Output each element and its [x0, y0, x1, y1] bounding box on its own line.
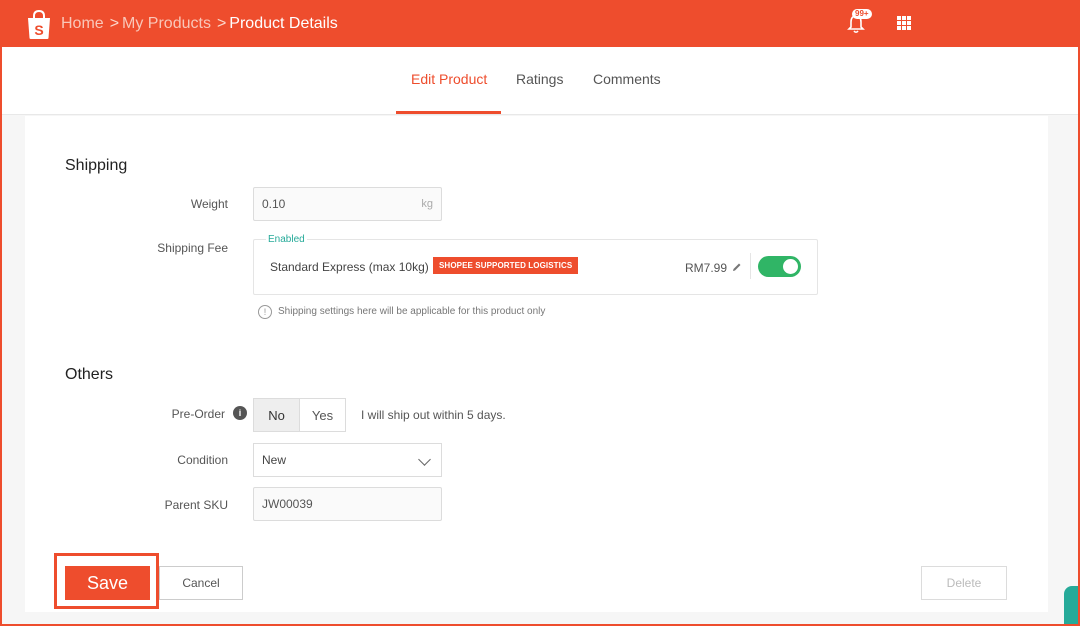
tab-ratings[interactable]: Ratings — [516, 71, 563, 87]
active-tab-indicator — [396, 111, 501, 114]
shipping-method-name: Standard Express (max 10kg) — [270, 260, 429, 274]
weight-value: 0.10 — [262, 197, 286, 211]
preorder-yes-option[interactable]: Yes — [300, 399, 345, 431]
condition-select[interactable]: New — [253, 443, 442, 477]
weight-input[interactable]: 0.10 kg — [253, 187, 442, 221]
notification-badge: 99+ — [852, 9, 872, 19]
others-section-title: Others — [65, 366, 114, 383]
chevron-down-icon — [418, 453, 431, 466]
preorder-note: I will ship out within 5 days. — [361, 408, 506, 422]
parent-sku-value: JW00039 — [262, 497, 313, 511]
shipping-note: Shipping settings here will be applicabl… — [278, 306, 546, 317]
apps-grid-icon[interactable] — [897, 16, 911, 30]
svg-text:S: S — [34, 22, 43, 38]
tab-edit-product[interactable]: Edit Product — [411, 71, 487, 87]
shipping-fee-label: Shipping Fee — [157, 241, 228, 255]
delete-button[interactable]: Delete — [921, 566, 1007, 600]
tab-comments[interactable]: Comments — [593, 71, 661, 87]
top-bar: S Home > My Products > Product Details 9… — [0, 0, 1080, 47]
breadcrumb-home[interactable]: Home — [61, 15, 104, 33]
divider — [750, 253, 751, 279]
shipping-toggle[interactable] — [758, 256, 801, 277]
weight-unit: kg — [421, 198, 433, 210]
cancel-button[interactable]: Cancel — [159, 566, 243, 600]
breadcrumb: Home > My Products > Product Details — [61, 15, 338, 33]
breadcrumb-separator: > — [109, 15, 120, 32]
logistics-badge: SHOPEE SUPPORTED LOGISTICS — [433, 257, 579, 274]
product-form-card: Shipping Weight 0.10 kg Shipping Fee Ena… — [25, 116, 1048, 612]
breadcrumb-current: Product Details — [229, 15, 338, 32]
parent-sku-label: Parent SKU — [164, 498, 228, 512]
toggle-knob — [783, 259, 798, 274]
info-circle-icon: ! — [258, 305, 272, 319]
shopee-logo-icon[interactable]: S — [26, 10, 52, 40]
condition-label: Condition — [177, 453, 228, 467]
shipping-status: Enabled — [266, 234, 307, 245]
breadcrumb-separator: > — [216, 15, 227, 32]
shipping-price: RM7.99 — [685, 261, 728, 275]
chat-side-tab[interactable] — [1064, 586, 1080, 626]
parent-sku-input[interactable]: JW00039 — [253, 487, 442, 521]
preorder-info-icon[interactable]: i — [233, 406, 247, 420]
weight-label: Weight — [190, 197, 228, 211]
condition-value: New — [262, 453, 287, 467]
preorder-no-option[interactable]: No — [254, 399, 300, 431]
tab-bar: Edit Product Ratings Comments — [2, 47, 1078, 115]
breadcrumb-my-products[interactable]: My Products — [122, 15, 211, 33]
edit-pencil-icon[interactable] — [732, 262, 742, 272]
shipping-section-title: Shipping — [65, 157, 128, 174]
save-highlight-box — [54, 553, 159, 609]
preorder-toggle-group: No Yes — [253, 398, 346, 432]
preorder-label: Pre-Order — [171, 407, 225, 421]
